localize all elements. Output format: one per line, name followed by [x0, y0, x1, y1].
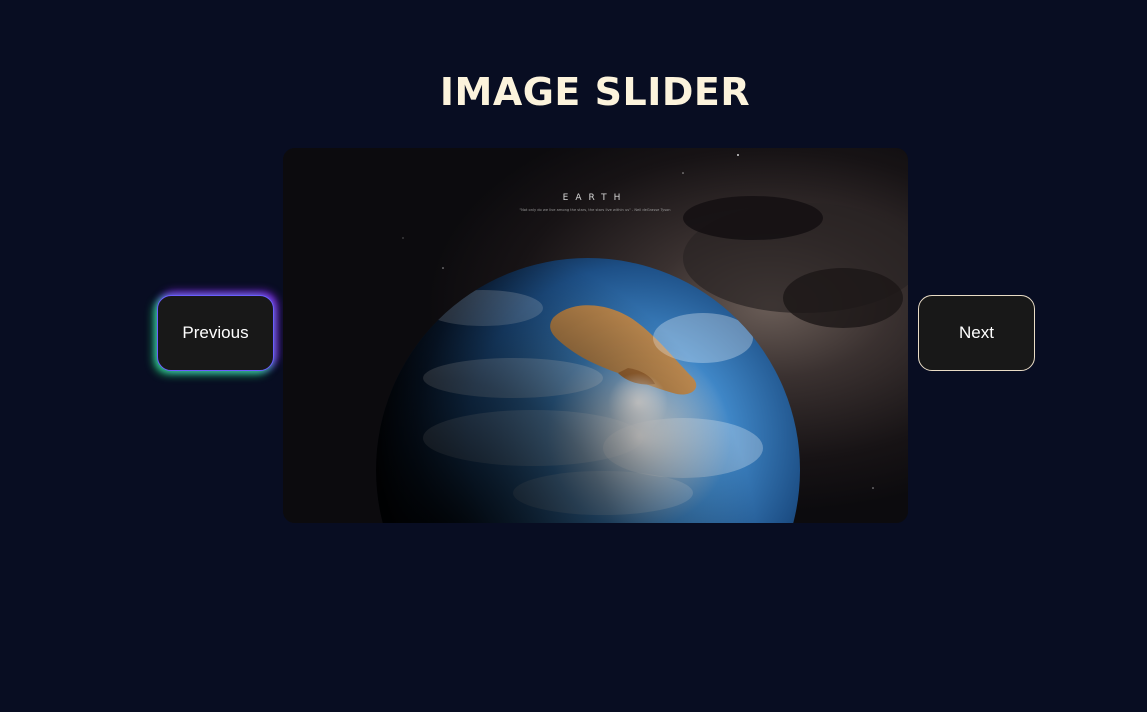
- next-button[interactable]: Next: [918, 295, 1035, 371]
- earth-image: EARTH "Not only do we live among the sta…: [283, 148, 908, 523]
- previous-button[interactable]: Previous: [157, 295, 274, 371]
- slide-image: EARTH "Not only do we live among the sta…: [283, 148, 908, 523]
- slide-quote: "Not only do we live among the stars, th…: [519, 208, 670, 212]
- page-title: IMAGE SLIDER: [439, 70, 751, 114]
- slide-heading: EARTH: [563, 193, 628, 203]
